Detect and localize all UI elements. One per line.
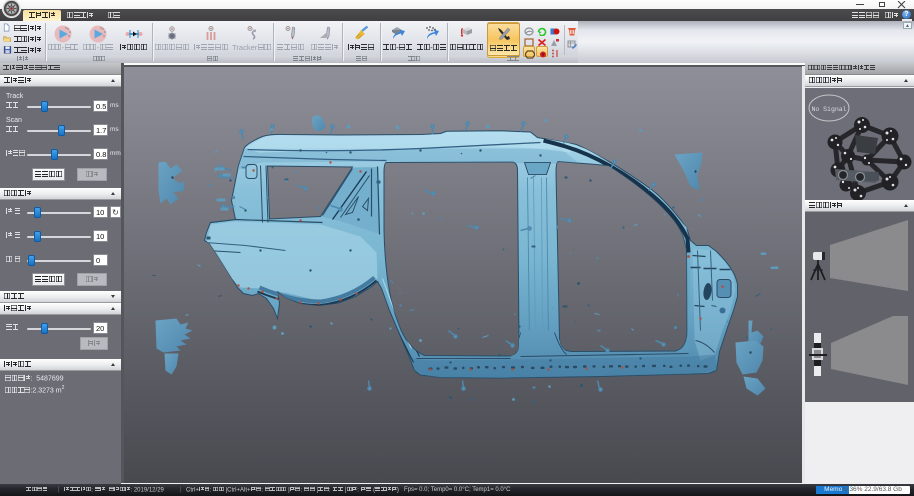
svg-text:No Signal: No Signal [811,106,846,113]
